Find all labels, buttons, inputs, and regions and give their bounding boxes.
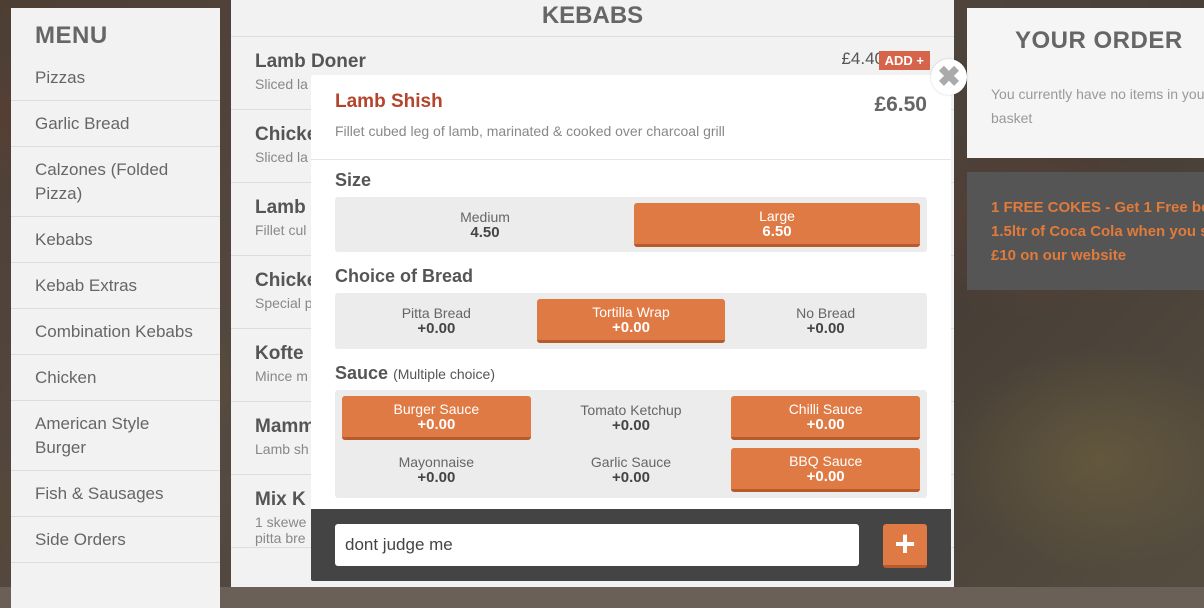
menu-item-kebab-extras[interactable]: Kebab Extras xyxy=(11,263,220,309)
category-title: KEBABS xyxy=(231,0,954,37)
order-note-input[interactable] xyxy=(335,524,859,566)
size-option-large[interactable]: Large 6.50 xyxy=(634,203,920,247)
option-label: Burger Sauce xyxy=(393,400,480,417)
menu-item-kebabs[interactable]: Kebabs xyxy=(11,217,220,263)
option-price: +0.00 xyxy=(417,469,456,486)
sauce-option-bbq[interactable]: BBQ Sauce +0.00 xyxy=(731,448,920,492)
menu-item-american-burger[interactable]: American Style Burger xyxy=(11,401,220,471)
option-label: Large xyxy=(759,207,795,224)
modal-header: Lamb Shish £6.50 Fillet cubed leg of lam… xyxy=(311,75,951,160)
bread-option-tortilla[interactable]: Tortilla Wrap +0.00 xyxy=(536,299,726,343)
size-title: Size xyxy=(335,170,372,190)
menu-item-chicken[interactable]: Chicken xyxy=(11,355,220,401)
option-price: +0.00 xyxy=(612,318,650,336)
size-options: Medium 4.50 Large 6.50 xyxy=(335,197,927,252)
add-product-button[interactable]: ADD + xyxy=(878,51,930,70)
menu-item-calzones[interactable]: Calzones (Folded Pizza) xyxy=(11,147,220,217)
add-to-order-button[interactable]: + xyxy=(883,524,927,568)
option-price: +0.00 xyxy=(417,320,456,337)
modal-product-desc: Fillet cubed leg of lamb, marinated & co… xyxy=(335,123,725,139)
option-label: Garlic Sauce xyxy=(590,454,672,470)
product-price: £4.40 xyxy=(841,49,884,68)
menu-item-combination-kebabs[interactable]: Combination Kebabs xyxy=(11,309,220,355)
sauce-subtitle: (Multiple choice) xyxy=(393,366,495,382)
menu-title: MENU xyxy=(35,22,108,49)
size-option-medium[interactable]: Medium 4.50 xyxy=(342,203,628,247)
modal-footer: + xyxy=(311,509,951,581)
menu-item-fish-sausages[interactable]: Fish & Sausages xyxy=(11,471,220,517)
option-label: BBQ Sauce xyxy=(789,452,863,469)
sauce-option-chilli[interactable]: Chilli Sauce +0.00 xyxy=(731,396,920,440)
option-price: +0.00 xyxy=(806,320,845,337)
order-title: YOUR ORDER xyxy=(1015,27,1183,54)
option-price: +0.00 xyxy=(612,469,650,486)
menu-item-side-orders[interactable]: Side Orders xyxy=(11,517,220,563)
option-price: +0.00 xyxy=(806,467,845,485)
sauce-title-text: Sauce xyxy=(335,363,389,383)
product-options-modal: Lamb Shish £6.50 Fillet cubed leg of lam… xyxy=(311,75,951,581)
sauce-options: Burger Sauce +0.00 Tomato Ketchup +0.00 … xyxy=(335,390,927,498)
product-desc: 1 skewe pitta bre xyxy=(255,514,307,546)
close-icon[interactable]: ✖ xyxy=(931,59,967,95)
order-panel: YOUR ORDER You currently have no items i… xyxy=(967,8,1204,158)
option-price: +0.00 xyxy=(612,417,650,434)
option-label: Chilli Sauce xyxy=(788,400,863,417)
option-price: +0.00 xyxy=(417,415,456,433)
product-name: Lamb Doner xyxy=(255,51,366,72)
menu-item-garlic-bread[interactable]: Garlic Bread xyxy=(11,101,220,147)
sauce-title: Sauce (Multiple choice) xyxy=(335,361,927,385)
promo-banner: 1 FREE COKES - Get 1 Free bottles 1.5ltr… xyxy=(967,172,1204,290)
size-group: Size Medium 4.50 Large 6.50 xyxy=(311,160,951,252)
option-label: Medium xyxy=(460,209,510,225)
option-price: +0.00 xyxy=(806,415,845,433)
modal-product-price: £6.50 xyxy=(874,93,927,116)
promo-text: 1 FREE COKES - Get 1 Free bottles 1.5ltr… xyxy=(991,199,1204,264)
plus-icon: + xyxy=(894,523,916,564)
option-label: Tomato Ketchup xyxy=(580,402,682,418)
sauce-group: Sauce (Multiple choice) Burger Sauce +0.… xyxy=(311,349,951,498)
sauce-option-mayonnaise[interactable]: Mayonnaise +0.00 xyxy=(342,448,531,492)
modal-product-title: Lamb Shish xyxy=(335,91,443,112)
bread-option-none[interactable]: No Bread +0.00 xyxy=(731,299,920,343)
option-label: Mayonnaise xyxy=(398,454,475,470)
category-menu: MENU Pizzas Garlic Bread Calzones (Folde… xyxy=(11,8,220,608)
menu-item-pizzas[interactable]: Pizzas xyxy=(11,55,220,101)
sauce-option-burger[interactable]: Burger Sauce +0.00 xyxy=(342,396,531,440)
option-price: 6.50 xyxy=(762,222,792,240)
sauce-option-ketchup[interactable]: Tomato Ketchup +0.00 xyxy=(537,396,726,440)
option-label: Pitta Bread xyxy=(401,305,471,321)
sauce-option-garlic[interactable]: Garlic Sauce +0.00 xyxy=(537,448,726,492)
bread-group: Choice of Bread Pitta Bread +0.00 Tortil… xyxy=(311,252,951,349)
option-price: 4.50 xyxy=(470,224,500,241)
option-label: No Bread xyxy=(796,305,856,321)
bread-option-pitta[interactable]: Pitta Bread +0.00 xyxy=(342,299,531,343)
bread-title: Choice of Bread xyxy=(335,266,474,286)
option-label: Tortilla Wrap xyxy=(592,303,670,320)
empty-basket-text: You currently have no items in your bask… xyxy=(991,86,1204,126)
bread-options: Pitta Bread +0.00 Tortilla Wrap +0.00 No… xyxy=(335,293,927,349)
